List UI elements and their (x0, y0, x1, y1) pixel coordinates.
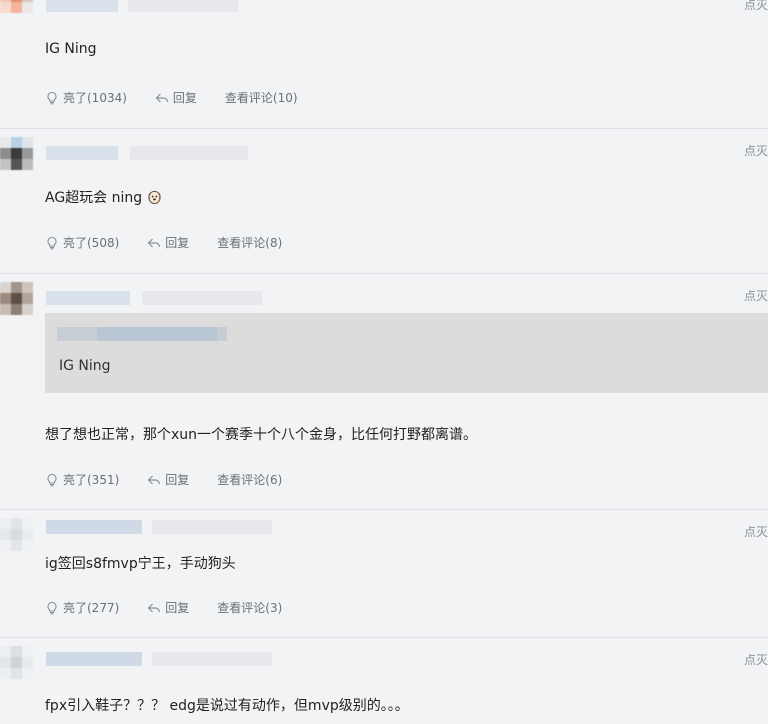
comment-item: 点灭 AG超玩会 ning 亮了(508) 回复 查看评论(8) (0, 129, 768, 274)
reply-label: 回复 (165, 236, 190, 250)
reply-arrow-icon (147, 475, 161, 484)
user-meta-blurred (128, 0, 238, 12)
lightbulb-icon (47, 473, 57, 486)
comment-item: 点灭 IG Ning 亮了(1034) 回复 查看评论(10) (0, 0, 768, 129)
dislike-button[interactable]: 点灭 (744, 651, 768, 668)
username-blurred[interactable] (46, 652, 142, 666)
like-button[interactable]: 亮了(1034) (45, 89, 127, 106)
user-meta-blurred (142, 291, 262, 305)
quoted-comment: IG Ning (45, 313, 768, 393)
lightbulb-icon (47, 601, 57, 614)
comment-text: IG Ning (45, 41, 97, 57)
comment-actions: 亮了(1034) 回复 查看评论(10) (45, 89, 326, 106)
dislike-button[interactable]: 点灭 (744, 523, 768, 540)
avatar[interactable] (0, 282, 34, 316)
dislike-button[interactable]: 点灭 (744, 142, 768, 159)
view-replies-link[interactable]: 查看评论(8) (217, 234, 282, 251)
comment-actions: 亮了(277) 回复 查看评论(3) (45, 599, 310, 616)
quoted-text: IG Ning (59, 358, 111, 374)
comment-actions: 亮了(508) 回复 查看评论(8) (45, 234, 310, 251)
username-blurred[interactable] (46, 146, 118, 160)
comment-item: 点灭 fpx引入鞋子？？？ edg是说过有动作，但mvp级别的。。。 (0, 638, 768, 724)
avatar[interactable] (0, 0, 34, 14)
reply-button[interactable]: 回复 (147, 599, 189, 616)
view-replies-label: 查看评论(6) (217, 473, 283, 487)
reply-label: 回复 (172, 91, 197, 105)
view-replies-label: 查看评论(10) (224, 91, 298, 105)
dislike-button[interactable]: 点灭 (744, 0, 768, 13)
comment-actions: 亮了(351) 回复 查看评论(6) (45, 471, 310, 488)
avatar[interactable] (0, 137, 34, 171)
reply-button[interactable]: 回复 (147, 234, 189, 251)
reply-arrow-icon (147, 603, 161, 612)
like-count: 亮了(351) (63, 473, 120, 487)
lightbulb-icon (47, 236, 57, 249)
view-replies-link[interactable]: 查看评论(10) (225, 89, 298, 106)
lightbulb-icon (47, 91, 57, 104)
view-replies-link[interactable]: 查看评论(6) (217, 471, 282, 488)
reply-button[interactable]: 回复 (147, 471, 189, 488)
user-meta-blurred (130, 146, 248, 160)
like-count: 亮了(508) (63, 236, 120, 250)
like-count: 亮了(277) (63, 601, 120, 615)
reply-arrow-icon (155, 93, 169, 102)
like-button[interactable]: 亮了(508) (45, 234, 119, 251)
comment-text: AG超玩会 ning (45, 187, 162, 207)
user-meta-blurred (152, 520, 272, 534)
avatar[interactable] (0, 646, 34, 680)
reply-label: 回复 (165, 601, 190, 615)
dog-face-emoji (148, 190, 161, 204)
reply-label: 回复 (165, 473, 190, 487)
quoted-meta-blurred (97, 327, 217, 341)
like-button[interactable]: 亮了(277) (45, 599, 119, 616)
user-meta-blurred (152, 652, 272, 666)
view-replies-label: 查看评论(3) (217, 601, 283, 615)
view-replies-link[interactable]: 查看评论(3) (217, 599, 282, 616)
comment-text: fpx引入鞋子？？？ edg是说过有动作，但mvp级别的。。。 (45, 698, 409, 714)
comment-item: 点灭 ig签回s8fmvp宁王，手动狗头 亮了(277) 回复 查看评论(3) (0, 510, 768, 638)
comment-text-content: AG超玩会 ning (45, 190, 143, 206)
reply-button[interactable]: 回复 (155, 89, 197, 106)
avatar[interactable] (0, 518, 34, 552)
reply-arrow-icon (147, 238, 161, 247)
comment-text: 想了想也正常，那个xun一个赛季十个八个金身，比任何打野都离谱。 (45, 427, 478, 443)
username-blurred[interactable] (46, 291, 130, 305)
username-blurred[interactable] (46, 0, 118, 12)
comment-item: 点灭 IG Ning 想了想也正常，那个xun一个赛季十个八个金身，比任何打野都… (0, 274, 768, 510)
username-blurred[interactable] (46, 520, 142, 534)
view-replies-label: 查看评论(8) (217, 236, 283, 250)
comment-text: ig签回s8fmvp宁王，手动狗头 (45, 556, 236, 572)
dislike-button[interactable]: 点灭 (744, 287, 768, 304)
like-count: 亮了(1034) (63, 91, 127, 105)
like-button[interactable]: 亮了(351) (45, 471, 119, 488)
